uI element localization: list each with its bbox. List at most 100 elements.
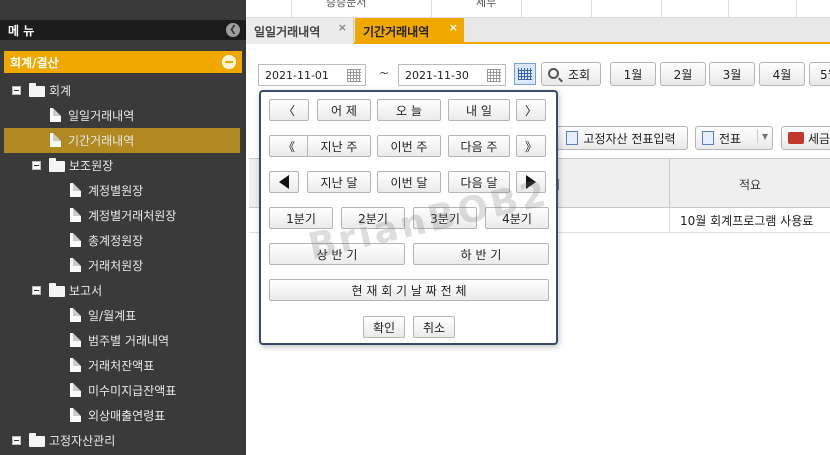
calendar-icon[interactable] [347,69,361,82]
tree-item-daily-monthly[interactable]: 일/월계표 [0,303,246,328]
quarter-4-button[interactable]: 4분기 [485,207,549,229]
divider [796,0,797,18]
menu-title: 메 뉴 [8,23,35,38]
tree-label: 기간거래내역 [68,134,135,148]
divider [728,0,729,18]
column-header-client[interactable]: 처 [549,159,669,209]
last-month-button[interactable]: 지난 달 [307,171,371,193]
button-label: 고정자산 전표입력 [583,131,676,146]
divider [431,0,432,18]
document-icon [70,308,81,322]
search-icon [548,68,559,79]
tree-item-account-ledger[interactable]: 계정별원장 [0,178,246,203]
voucher-dropdown[interactable]: 전표 ▾ [695,126,773,150]
quarter-1-button[interactable]: 1분기 [269,207,333,229]
next-week-button[interactable]: 다음 주 [448,135,510,157]
calendar-icon[interactable] [487,69,501,82]
today-button[interactable]: 오 늘 [377,99,441,121]
next-month-button[interactable]: 다음 달 [448,171,510,193]
next-month-arrow-button[interactable] [516,171,546,193]
tomorrow-button[interactable]: 내 일 [448,99,510,121]
this-week-button[interactable]: 이번 주 [377,135,441,157]
document-icon [70,333,81,347]
tab-label: 기간거래내역 [363,24,430,39]
date-from-value: 2021-11-01 [265,68,329,82]
tree-label: 거래처원장 [88,259,144,273]
search-button[interactable]: 조회 [541,62,601,86]
tree-item-receivable-payable[interactable]: 미수미지급잔액표 [0,378,246,403]
month-button-1[interactable]: 1월 [610,62,656,86]
quarter-2-button[interactable]: 2분기 [341,207,405,229]
collapse-sidebar-icon[interactable]: ❮ [226,23,240,37]
expander-icon[interactable] [32,161,41,170]
month-button-2[interactable]: 2월 [660,62,706,86]
expander-icon[interactable] [12,436,21,445]
month-button-3[interactable]: 3월 [709,62,755,86]
arrow-right-icon [526,175,536,189]
tree-item-accounting[interactable]: 회계 [0,78,246,103]
this-month-button[interactable]: 이번 달 [377,171,441,193]
last-week-button[interactable]: 지난 주 [307,135,371,157]
document-icon [70,233,81,247]
cancel-button[interactable]: 취소 [413,316,455,338]
tax-button[interactable]: 세금 [781,126,830,150]
search-label: 조회 [567,67,591,82]
close-icon[interactable]: × [449,21,458,34]
prev-day-button[interactable]: 〈 [269,99,309,121]
quarter-3-button[interactable]: 3분기 [413,207,477,229]
tab-daily-transactions[interactable]: 일일거래내역 × [246,18,354,44]
close-icon[interactable]: × [338,21,347,34]
date-to-input[interactable]: 2021-11-30 [398,64,506,86]
tree-item-period-transactions[interactable]: 기간거래내역 [4,128,240,153]
tree-label: 미수미지급잔액표 [88,384,177,398]
section-label: 회계/결산 [10,55,59,70]
tree-label: 범주별 거래내역 [88,334,170,348]
current-fiscal-all-button[interactable]: 현 재 회 기 날 짜 전 체 [269,279,549,301]
document-icon [50,133,61,147]
tree-item-fixed-assets[interactable]: 고정자산관리 [0,428,246,453]
tree-item-category-transactions[interactable]: 범주별 거래내역 [0,328,246,353]
expander-icon[interactable] [32,286,41,295]
month-button-4[interactable]: 4월 [759,62,805,86]
menu-section-accounting[interactable]: 회계/결산 [4,51,242,73]
tree-item-sub-ledger[interactable]: 보조원장 [0,153,246,178]
chevron-down-icon[interactable]: ▾ [756,129,768,143]
divider [591,0,592,18]
date-from-input[interactable]: 2021-11-01 [258,64,366,86]
tree-item-client-balance[interactable]: 거래처잔액표 [0,353,246,378]
tree-item-daily-transactions[interactable]: 일일거래내역 [0,103,246,128]
fixed-asset-voucher-button[interactable]: 고정자산 전표입력 [554,126,688,150]
folder-icon [29,83,45,97]
second-half-button[interactable]: 하 반 기 [413,243,549,265]
document-icon [70,383,81,397]
tree-item-account-client-ledger[interactable]: 계정별거래처원장 [0,203,246,228]
tree-item-client-ledger[interactable]: 거래처원장 [0,253,246,278]
folder-icon [29,433,45,447]
tree-item-general-ledger[interactable]: 총계정원장 [0,228,246,253]
next-week-skip-button[interactable]: 》 [516,135,546,157]
prev-week-skip-button[interactable]: 《 [269,135,309,157]
tab-period-transactions[interactable]: 기간거래내역 × [355,18,464,44]
first-half-button[interactable]: 상 반 기 [269,243,405,265]
tree-label: 계정별거래처원장 [88,209,177,223]
document-icon [702,131,714,145]
tree-item-aging[interactable]: 외상매출연령표 [0,403,246,428]
ok-button[interactable]: 확인 [363,316,405,338]
tree-item-reports[interactable]: 보고서 [0,278,246,303]
prev-month-button[interactable] [269,171,299,193]
collapse-section-icon[interactable] [222,55,236,69]
top-strip: 승승문서 세무 [246,0,830,18]
tree-label: 총계정원장 [88,234,144,248]
document-icon [70,358,81,372]
column-header-memo[interactable]: 적요 [669,159,830,209]
tree-label: 회계 [49,84,72,98]
expander-icon[interactable] [12,86,21,95]
calendar-icon[interactable] [514,63,536,85]
yesterday-button[interactable]: 어 제 [317,99,371,121]
month-button-5[interactable]: 5월 [809,62,830,86]
next-day-button[interactable]: 〉 [516,99,546,121]
tree-label: 계정별원장 [88,184,144,198]
tree-label: 일/월계표 [88,309,137,323]
tab-label: 일일거래내역 [254,24,321,39]
tab-bar: 일일거래내역 × 기간거래내역 × [246,18,830,44]
